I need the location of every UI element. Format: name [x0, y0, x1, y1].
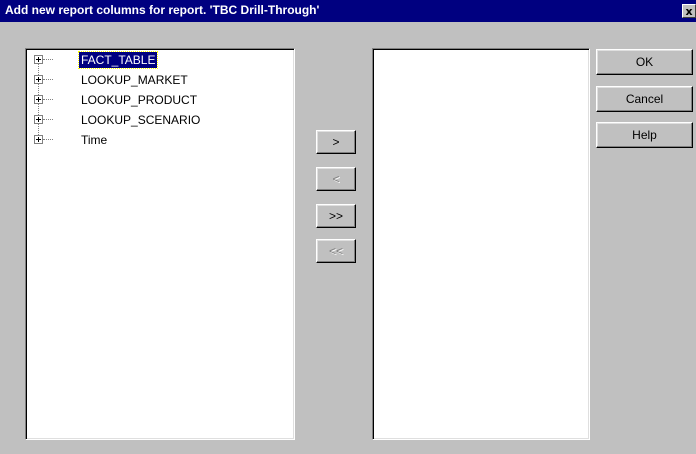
add-report-columns-dialog: Add new report columns for report. 'TBC …	[0, 0, 696, 454]
tree-item-label[interactable]: LOOKUP_MARKET	[79, 72, 190, 88]
tree-item-label[interactable]: LOOKUP_SCENARIO	[79, 112, 202, 128]
tree-item-fact-table[interactable]: FACT_TABLE	[26, 51, 286, 69]
tree-item-lookup-product[interactable]: LOOKUP_PRODUCT	[26, 91, 286, 109]
title-bar[interactable]: Add new report columns for report. 'TBC …	[0, 0, 696, 22]
expand-icon[interactable]	[34, 75, 43, 84]
window-title: Add new report columns for report. 'TBC …	[5, 3, 320, 17]
tree-item-time[interactable]: Time	[26, 131, 286, 149]
add-column-button[interactable]: >	[316, 130, 356, 154]
source-columns-tree[interactable]: FACT_TABLE LOOKUP_MARKET LOOKUP_PRODUCT …	[25, 48, 295, 440]
tree-item-label[interactable]: FACT_TABLE	[77, 51, 159, 69]
expand-icon[interactable]	[34, 135, 43, 144]
help-button[interactable]: Help	[596, 122, 693, 148]
tree-branch-line	[43, 79, 53, 80]
tree-item-lookup-market[interactable]: LOOKUP_MARKET	[26, 71, 286, 89]
tree-item-label[interactable]: Time	[79, 132, 109, 148]
remove-column-button[interactable]: <	[316, 167, 356, 191]
tree-item-label[interactable]: LOOKUP_PRODUCT	[79, 92, 199, 108]
tree-branch-line	[43, 59, 53, 60]
selected-columns-list[interactable]	[372, 48, 590, 440]
tree-branch-line	[43, 119, 53, 120]
add-all-columns-button[interactable]: >>	[316, 204, 356, 228]
remove-all-columns-button[interactable]: <<	[316, 239, 356, 263]
close-icon: x	[685, 5, 693, 18]
close-button[interactable]: x	[682, 4, 696, 18]
tree-branch-line	[43, 99, 53, 100]
expand-icon[interactable]	[34, 95, 43, 104]
tree-branch-line	[43, 139, 53, 140]
expand-icon[interactable]	[34, 55, 43, 64]
ok-button[interactable]: OK	[596, 49, 693, 75]
tree-item-lookup-scenario[interactable]: LOOKUP_SCENARIO	[26, 111, 286, 129]
cancel-button[interactable]: Cancel	[596, 86, 693, 112]
expand-icon[interactable]	[34, 115, 43, 124]
